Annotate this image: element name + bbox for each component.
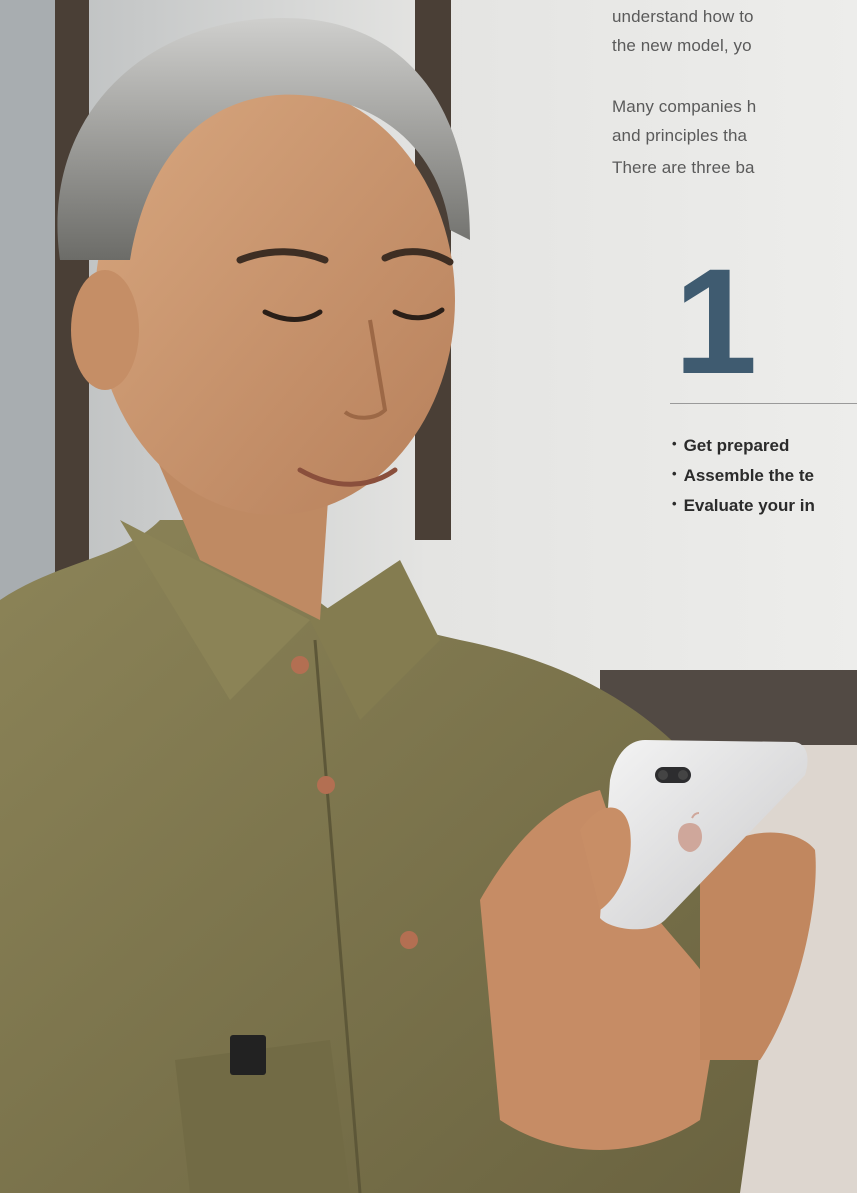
paragraph-line: the new model, yo — [612, 36, 752, 55]
step-number: 1 — [674, 237, 757, 405]
bullet-icon: • — [672, 466, 677, 481]
step-bullet-list: • Get prepared • Assemble the te • Evaluate… — [672, 431, 815, 521]
bullet-icon: • — [672, 496, 677, 511]
paragraph-line: and principles tha — [612, 126, 748, 145]
three-basics-paragraph: There are three ba — [612, 153, 755, 182]
bullet-icon: • — [672, 436, 677, 451]
paragraph-line: Many companies h — [612, 97, 757, 116]
divider — [670, 403, 857, 404]
article-text: understand how to the new model, yo Many… — [612, 0, 857, 560]
paragraph-line: understand how to — [612, 7, 754, 26]
paragraph-line: There are three ba — [612, 158, 755, 177]
list-item: • Evaluate your in — [672, 496, 815, 515]
companies-paragraph: Many companies h and principles tha — [612, 92, 756, 150]
list-item: • Assemble the te — [672, 466, 814, 485]
list-item: • Get prepared — [672, 436, 790, 455]
intro-paragraph: understand how to the new model, yo — [612, 2, 754, 60]
